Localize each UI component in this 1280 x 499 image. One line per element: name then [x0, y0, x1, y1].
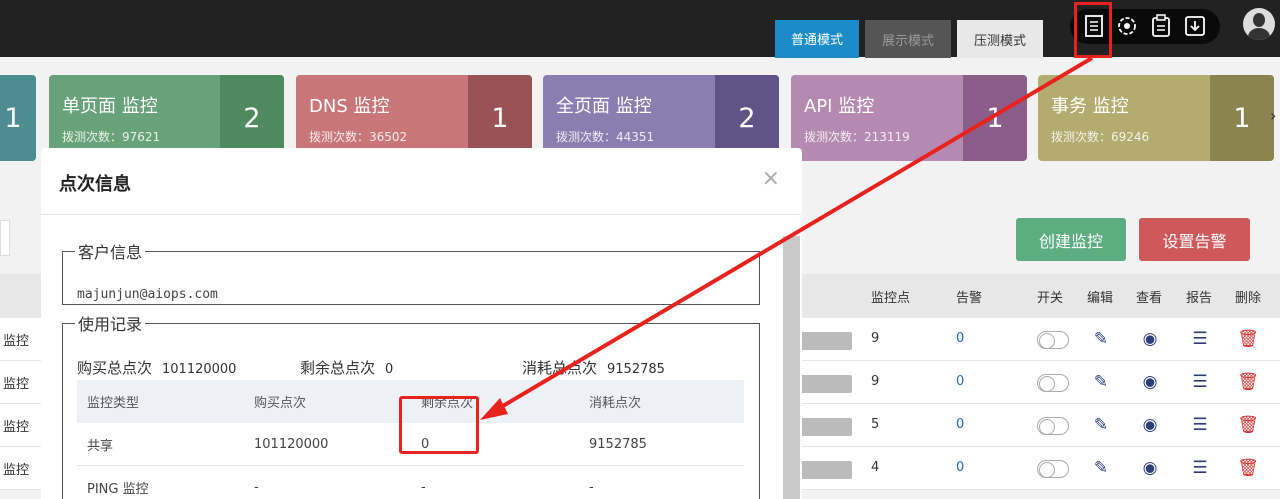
eye-icon[interactable]: ◉	[1139, 457, 1161, 479]
row-points: 9	[871, 374, 880, 389]
row-alarm[interactable]: 0	[956, 460, 964, 475]
switch-toggle[interactable]	[1037, 374, 1069, 392]
card-title: 全页面 监控	[556, 96, 652, 117]
header-edit: 编辑	[1087, 290, 1114, 306]
customer-info-group: 客户信息 majunjun@aiops.com	[62, 239, 760, 305]
row-alarm[interactable]: 0	[956, 417, 964, 432]
card-probe-count: 拨测次数：36502	[309, 130, 408, 144]
row-bar	[800, 375, 852, 393]
annotation-highlight-box	[399, 396, 479, 454]
report-icon[interactable]: ☰	[1189, 371, 1211, 393]
clipboard-icon[interactable]	[1148, 13, 1174, 39]
trash-icon[interactable]: 🗑	[1237, 414, 1259, 436]
monitor-card-partial[interactable]: 1	[0, 75, 36, 161]
mode-stress-button[interactable]: 压测模式	[957, 20, 1043, 58]
monitor-card-transaction[interactable]: 事务 监控 拨测次数：69246 1	[1038, 75, 1274, 161]
trash-icon[interactable]: 🗑	[1237, 328, 1259, 350]
row-points: 4	[871, 460, 880, 475]
row-points: 9	[871, 331, 880, 346]
row-name[interactable]: 监控	[3, 416, 29, 435]
header-switch: 开关	[1037, 290, 1064, 306]
row-points: 5	[871, 417, 880, 432]
modal-title: 点次信息	[59, 174, 131, 195]
card-title: DNS 监控	[309, 96, 390, 117]
mode-display-button[interactable]: 展示模式	[865, 20, 951, 58]
card-title: 事务 监控	[1051, 96, 1129, 117]
trash-icon[interactable]: 🗑	[1237, 371, 1259, 393]
usage-row: PING 监控 - - -	[77, 466, 744, 499]
edit-icon[interactable]: ✎	[1090, 328, 1112, 350]
row-alarm[interactable]: 0	[956, 374, 964, 389]
col-used: 消耗点次	[589, 396, 642, 411]
row-bar	[800, 418, 852, 436]
modal-scrollbar[interactable]	[783, 236, 800, 499]
card-probe-count: 拨测次数：69246	[1051, 130, 1150, 144]
cell-used: 9152785	[589, 437, 647, 452]
card-probe-count: 拨测次数：213119	[804, 130, 910, 144]
close-icon[interactable]: ×	[762, 166, 780, 191]
total-used: 消耗总点次 9152785	[522, 359, 665, 377]
report-icon[interactable]: ☰	[1189, 414, 1211, 436]
cell-bought: -	[254, 480, 259, 495]
card-title: 单页面 监控	[62, 96, 158, 117]
card-count: 1	[0, 75, 36, 161]
switch-toggle[interactable]	[1037, 417, 1069, 435]
header-delete: 删除	[1235, 290, 1262, 306]
user-avatar[interactable]	[1243, 8, 1275, 40]
edit-icon[interactable]: ✎	[1090, 414, 1112, 436]
card-probe-count: 拨测次数：44351	[556, 130, 655, 144]
cell-bought: 101120000	[254, 437, 329, 452]
chevron-right-icon[interactable]: ›	[1270, 106, 1276, 125]
card-probe-count: 拨测次数：97621	[62, 130, 161, 144]
row-name[interactable]: 监控	[3, 330, 29, 349]
row-name[interactable]: 监控	[3, 373, 29, 392]
edit-icon[interactable]: ✎	[1090, 457, 1112, 479]
set-alarm-button[interactable]: 设置告警	[1139, 218, 1250, 261]
modal-divider	[41, 214, 802, 215]
cell-type: 共享	[87, 439, 114, 454]
row-alarm[interactable]: 0	[956, 331, 964, 346]
header-points: 监控点	[871, 290, 911, 306]
usage-record-legend: 使用记录	[78, 315, 143, 334]
header-report: 报告	[1186, 290, 1213, 306]
mode-normal-button[interactable]: 普通模式	[775, 20, 859, 58]
header-view: 查看	[1136, 290, 1163, 306]
customer-info-legend: 客户信息	[78, 243, 143, 262]
total-bought: 购买总点次 101120000	[77, 359, 237, 377]
report-icon[interactable]: ☰	[1189, 457, 1211, 479]
cell-remaining: -	[421, 480, 426, 495]
card-title: API 监控	[804, 96, 875, 117]
top-bar: 普通模式 展示模式 压测模式	[0, 0, 1280, 58]
eye-icon[interactable]: ◉	[1139, 328, 1161, 350]
filter-input[interactable]	[0, 220, 10, 256]
eye-icon[interactable]: ◉	[1139, 414, 1161, 436]
card-count: 1	[1210, 75, 1274, 161]
row-name[interactable]: 监控	[3, 459, 29, 478]
trash-icon[interactable]: 🗑	[1237, 457, 1259, 479]
annotation-highlight-box	[1074, 2, 1112, 58]
header-alarm: 告警	[956, 290, 983, 306]
row-bar	[800, 332, 852, 350]
row-bar	[800, 461, 852, 479]
edit-icon[interactable]: ✎	[1090, 371, 1112, 393]
download-icon[interactable]	[1182, 13, 1208, 39]
col-bought: 购买点次	[254, 396, 307, 411]
cell-type: PING 监控	[87, 482, 149, 497]
customer-email: majunjun@aiops.com	[77, 287, 218, 302]
switch-toggle[interactable]	[1037, 460, 1069, 478]
api-icon[interactable]	[1114, 13, 1140, 39]
create-monitor-button[interactable]: 创建监控	[1016, 218, 1126, 261]
monitor-card-api[interactable]: API 监控 拨测次数：213119 1	[791, 75, 1027, 161]
switch-toggle[interactable]	[1037, 331, 1069, 349]
total-remaining: 剩余总点次 0	[300, 359, 394, 377]
cell-used: -	[589, 480, 594, 495]
report-icon[interactable]: ☰	[1189, 328, 1211, 350]
eye-icon[interactable]: ◉	[1139, 371, 1161, 393]
col-type: 监控类型	[87, 396, 140, 411]
card-count: 1	[963, 75, 1027, 161]
